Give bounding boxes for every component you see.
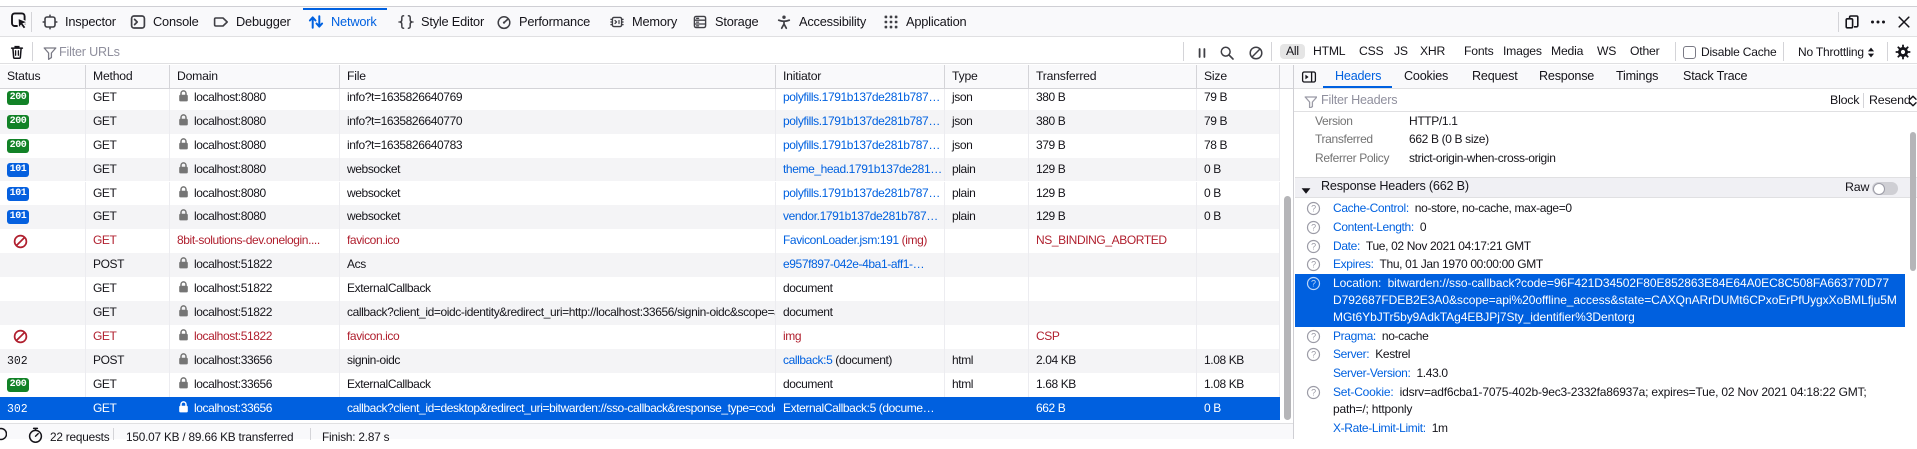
svg-text:?: ? (1311, 350, 1316, 360)
svg-text:?: ? (1311, 279, 1316, 289)
svg-text:?: ? (1311, 241, 1316, 251)
svg-text:?: ? (1311, 204, 1316, 214)
svg-text:?: ? (1311, 331, 1316, 341)
svg-text:?: ? (1311, 260, 1316, 270)
svg-text:?: ? (1311, 388, 1316, 398)
svg-text:?: ? (1311, 222, 1316, 232)
